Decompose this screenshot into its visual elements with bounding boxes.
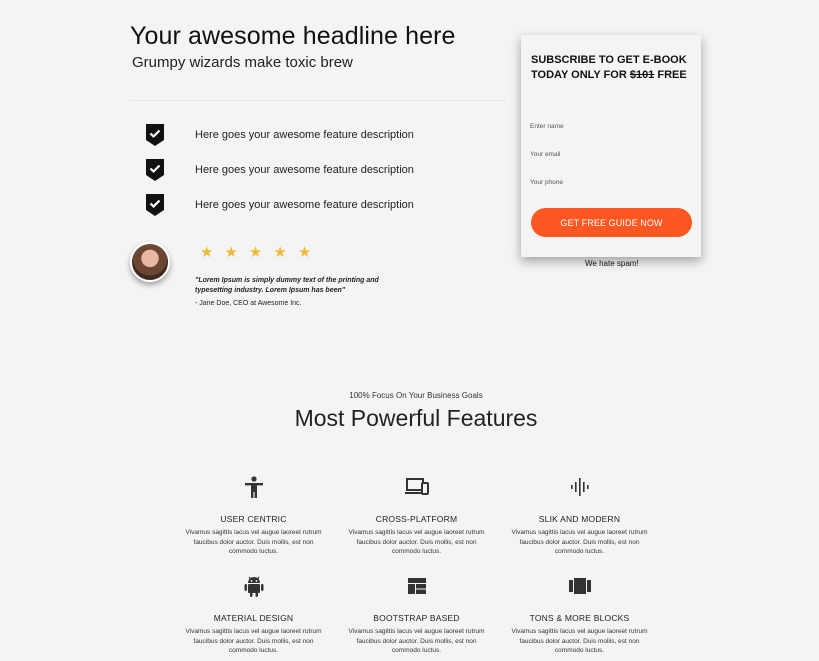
android-icon bbox=[244, 576, 263, 597]
feature-card: MATERIAL DESIGN Vivamus sagittis lacus v… bbox=[172, 569, 335, 656]
feature-list: Here goes your awesome feature descripti… bbox=[146, 117, 414, 222]
feature-card-title: USER CENTRIC bbox=[220, 514, 287, 524]
old-price: $101 bbox=[629, 69, 655, 81]
features-grid: USER CENTRIC Vivamus sagittis lacus vel … bbox=[172, 470, 662, 656]
feature-item: Here goes your awesome feature descripti… bbox=[146, 117, 414, 152]
subscribe-form: SUBSCRIBE TO GET E-BOOK TODAY ONLY FOR $… bbox=[521, 35, 701, 257]
feature-text: Here goes your awesome feature descripti… bbox=[195, 128, 414, 141]
blocks-icon bbox=[568, 578, 591, 594]
soundwave-icon bbox=[570, 478, 589, 496]
hero-divider bbox=[130, 100, 505, 101]
feature-text: Here goes your awesome feature descripti… bbox=[195, 163, 414, 176]
section-eyebrow: 100% Focus On Your Business Goals bbox=[349, 391, 483, 400]
section-title: Most Powerful Features bbox=[294, 405, 538, 431]
feature-text: Here goes your awesome feature descripti… bbox=[195, 198, 414, 211]
dashboard-grid-icon bbox=[407, 578, 426, 594]
spam-note: We hate spam! bbox=[585, 259, 639, 268]
star-icon: ★ bbox=[224, 244, 238, 261]
page-headline: Your awesome headline here bbox=[130, 22, 456, 50]
feature-item: Here goes your awesome feature descripti… bbox=[146, 152, 414, 187]
feature-card-title: BOOTSTRAP BASED bbox=[373, 613, 460, 623]
feature-card-desc: Vivamus sagittis lacus vel augue laoreet… bbox=[185, 529, 322, 555]
feature-card: SLIK AND MODERN Vivamus sagittis lacus v… bbox=[498, 470, 661, 557]
name-field[interactable] bbox=[530, 123, 690, 130]
star-icon: ★ bbox=[273, 244, 287, 261]
star-icon: ★ bbox=[200, 244, 214, 261]
feature-card-desc: Vivamus sagittis lacus vel augue laoreet… bbox=[511, 529, 648, 555]
feature-card: BOOTSTRAP BASED Vivamus sagittis lacus v… bbox=[335, 569, 498, 656]
subscribe-title: SUBSCRIBE TO GET E-BOOK TODAY ONLY FOR $… bbox=[531, 53, 696, 83]
testimonial-author: - Jane Doe, CEO at Awesome Inc. bbox=[195, 300, 302, 307]
shield-check-icon bbox=[146, 158, 164, 181]
accessibility-icon bbox=[244, 476, 263, 498]
get-free-guide-button[interactable]: GET FREE GUIDE NOW bbox=[531, 208, 692, 237]
testimonial-quote: "Lorem Ipsum is simply dummy text of the… bbox=[195, 277, 379, 294]
feature-card: CROSS-PLATFORM Vivamus sagittis lacus ve… bbox=[335, 470, 498, 557]
avatar bbox=[130, 242, 170, 282]
feature-card-title: TONS & MORE BLOCKS bbox=[529, 613, 630, 623]
hero: Your awesome headline here Grumpy wizard… bbox=[130, 22, 510, 71]
devices-icon bbox=[404, 478, 429, 495]
feature-card-title: SLIK AND MODERN bbox=[538, 514, 621, 524]
feature-card-desc: Vivamus sagittis lacus vel augue laoreet… bbox=[511, 628, 648, 654]
feature-card: USER CENTRIC Vivamus sagittis lacus vel … bbox=[172, 470, 335, 557]
feature-card-desc: Vivamus sagittis lacus vel augue laoreet… bbox=[348, 529, 485, 555]
shield-check-icon bbox=[146, 193, 164, 216]
page-subheadline: Grumpy wizards make toxic brew bbox=[132, 54, 353, 71]
email-field[interactable] bbox=[530, 151, 690, 158]
star-icon: ★ bbox=[248, 244, 263, 261]
phone-field[interactable] bbox=[530, 179, 690, 186]
star-rating: ★ ★ ★ ★ ★ bbox=[200, 243, 322, 261]
feature-card-title: MATERIAL DESIGN bbox=[213, 613, 294, 623]
shield-check-icon bbox=[146, 123, 164, 146]
subscribe-title-suffix: FREE bbox=[654, 69, 687, 81]
feature-card-title: CROSS-PLATFORM bbox=[375, 514, 458, 524]
feature-card-desc: Vivamus sagittis lacus vel augue laoreet… bbox=[348, 628, 485, 654]
feature-card-desc: Vivamus sagittis lacus vel augue laoreet… bbox=[185, 628, 322, 654]
feature-item: Here goes your awesome feature descripti… bbox=[146, 187, 414, 222]
star-icon: ★ bbox=[297, 244, 312, 261]
feature-card: TONS & MORE BLOCKS Vivamus sagittis lacu… bbox=[498, 569, 661, 656]
